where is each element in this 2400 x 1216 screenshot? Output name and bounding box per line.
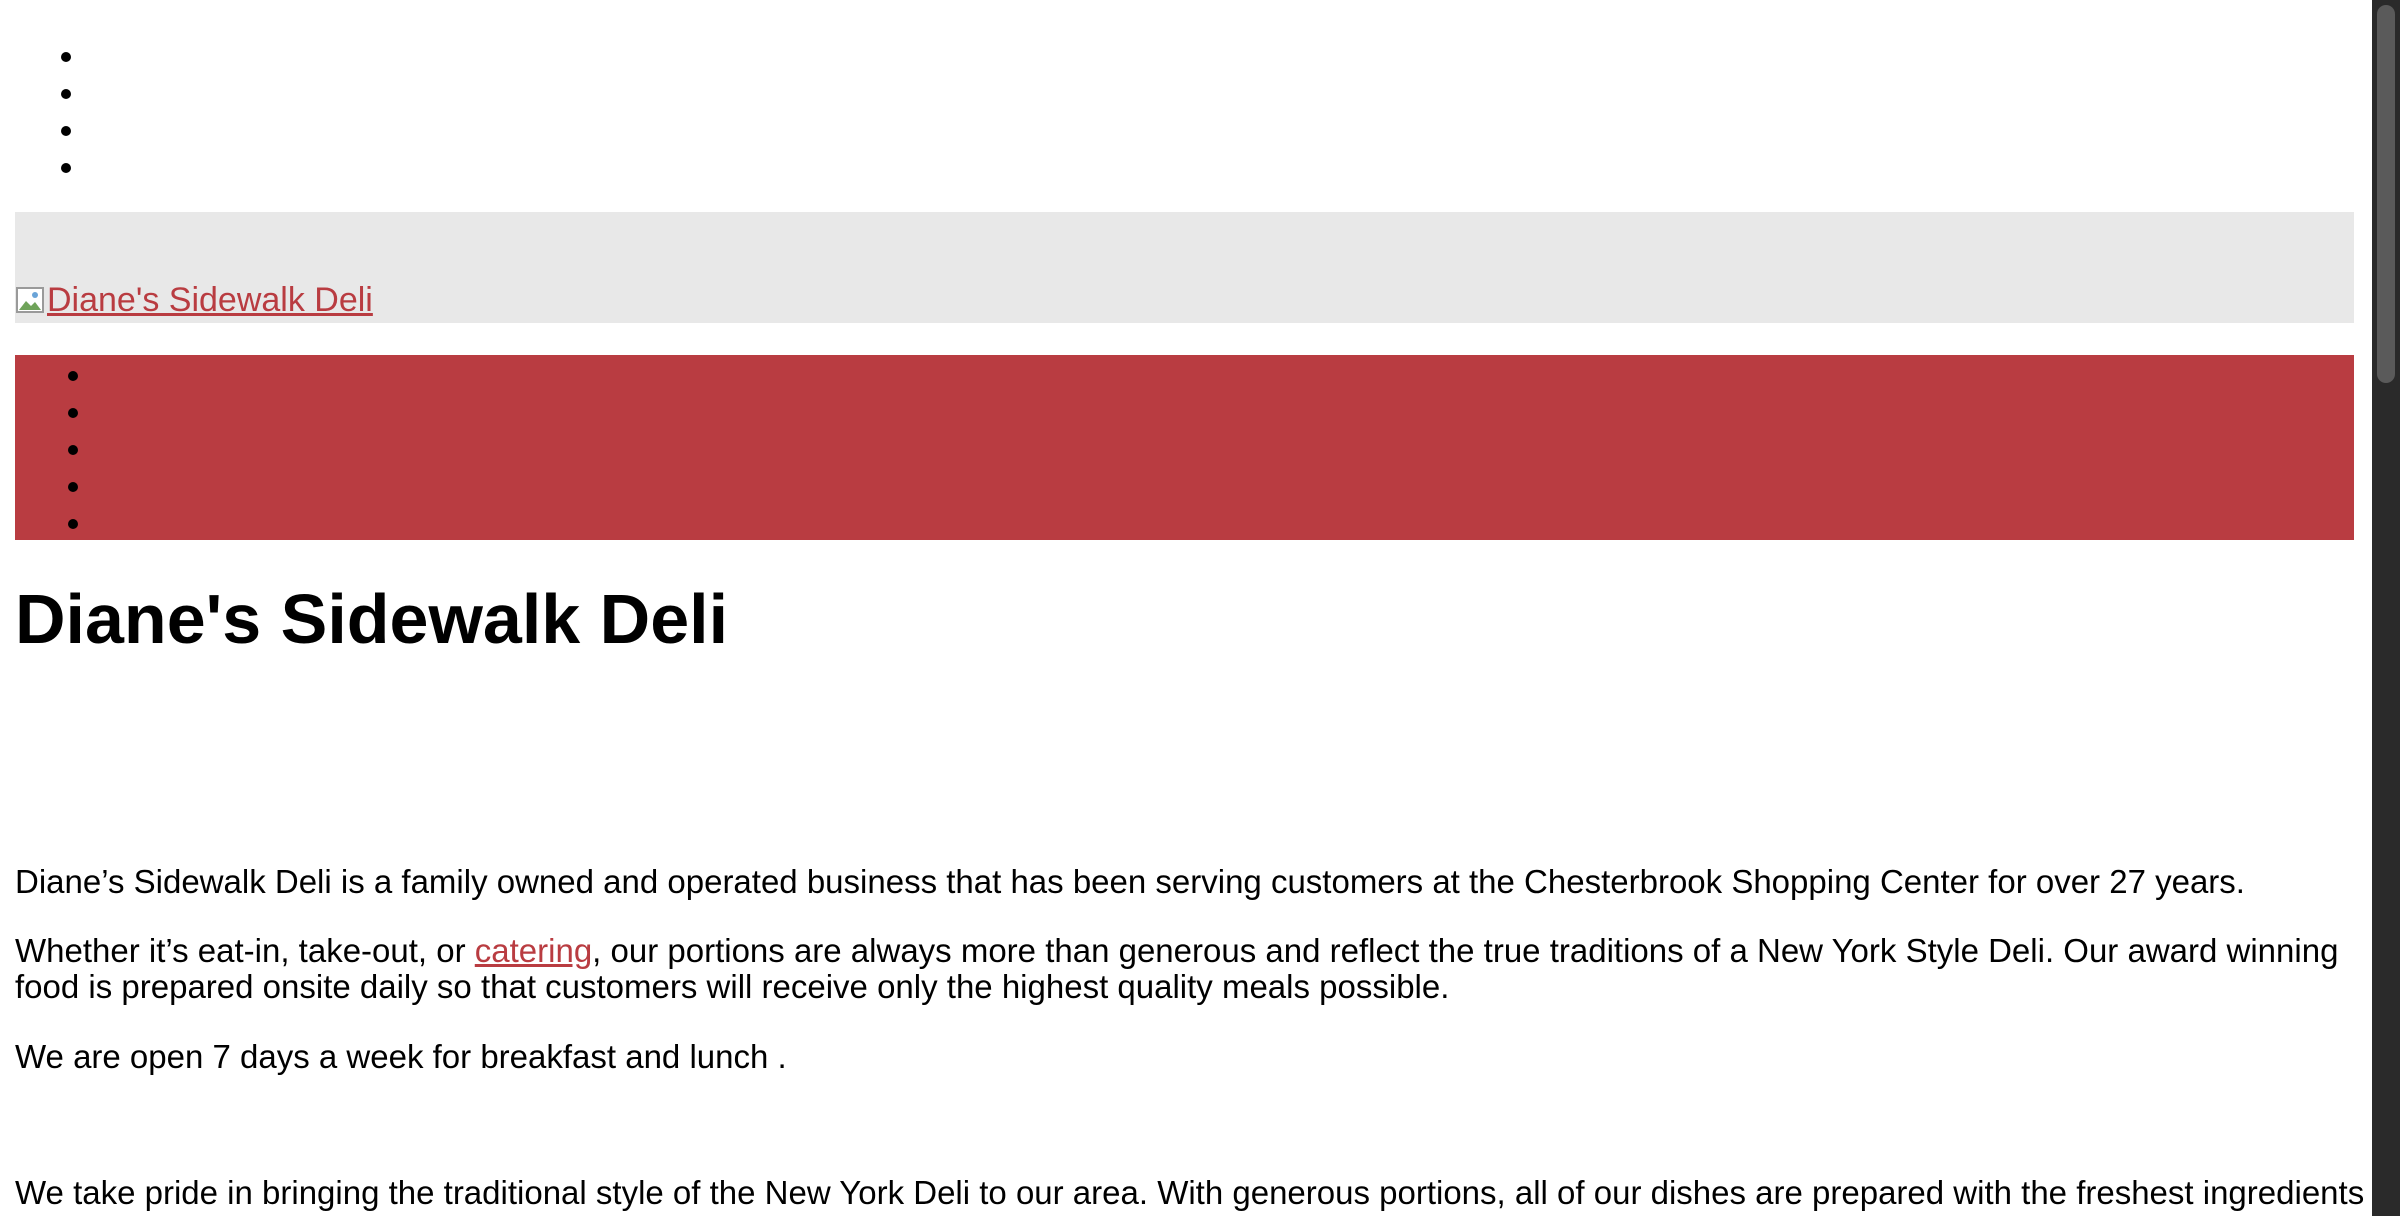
top-menu-item[interactable] [61,52,71,62]
catering-link[interactable]: catering [475,932,592,969]
top-menu-item[interactable] [61,89,71,99]
broken-image-icon [15,285,47,317]
main-nav-item[interactable] [68,371,78,381]
main-nav-item[interactable] [68,519,78,529]
intro-paragraph: Diane’s Sidewalk Deli is a family owned … [15,863,2245,900]
logo-link[interactable]: Diane's Sidewalk Deli [15,280,373,320]
main-nav-list [68,371,78,556]
main-nav-item[interactable] [68,445,78,455]
logo-alt-text: Diane's Sidewalk Deli [47,281,373,319]
scrollbar-thumb[interactable] [2377,5,2395,383]
top-menu-item[interactable] [61,126,71,136]
top-menu [61,52,71,200]
tradition-paragraph: We take pride in bringing the traditiona… [15,1174,2372,1211]
main-nav-item[interactable] [68,408,78,418]
service-paragraph: Whether it’s eat-in, take-out, or cateri… [15,933,2354,1005]
main-nav-item[interactable] [68,482,78,492]
main-navigation [15,355,2354,540]
page: Diane's Sidewalk Deli Diane's Sidewalk D… [0,0,2372,1216]
page-title: Diane's Sidewalk Deli [15,580,729,658]
service-text-before: Whether it’s eat-in, take-out, or [15,932,475,969]
top-menu-item[interactable] [61,163,71,173]
vertical-scrollbar[interactable] [2372,0,2400,1216]
hours-paragraph: We are open 7 days a week for breakfast … [15,1038,787,1075]
